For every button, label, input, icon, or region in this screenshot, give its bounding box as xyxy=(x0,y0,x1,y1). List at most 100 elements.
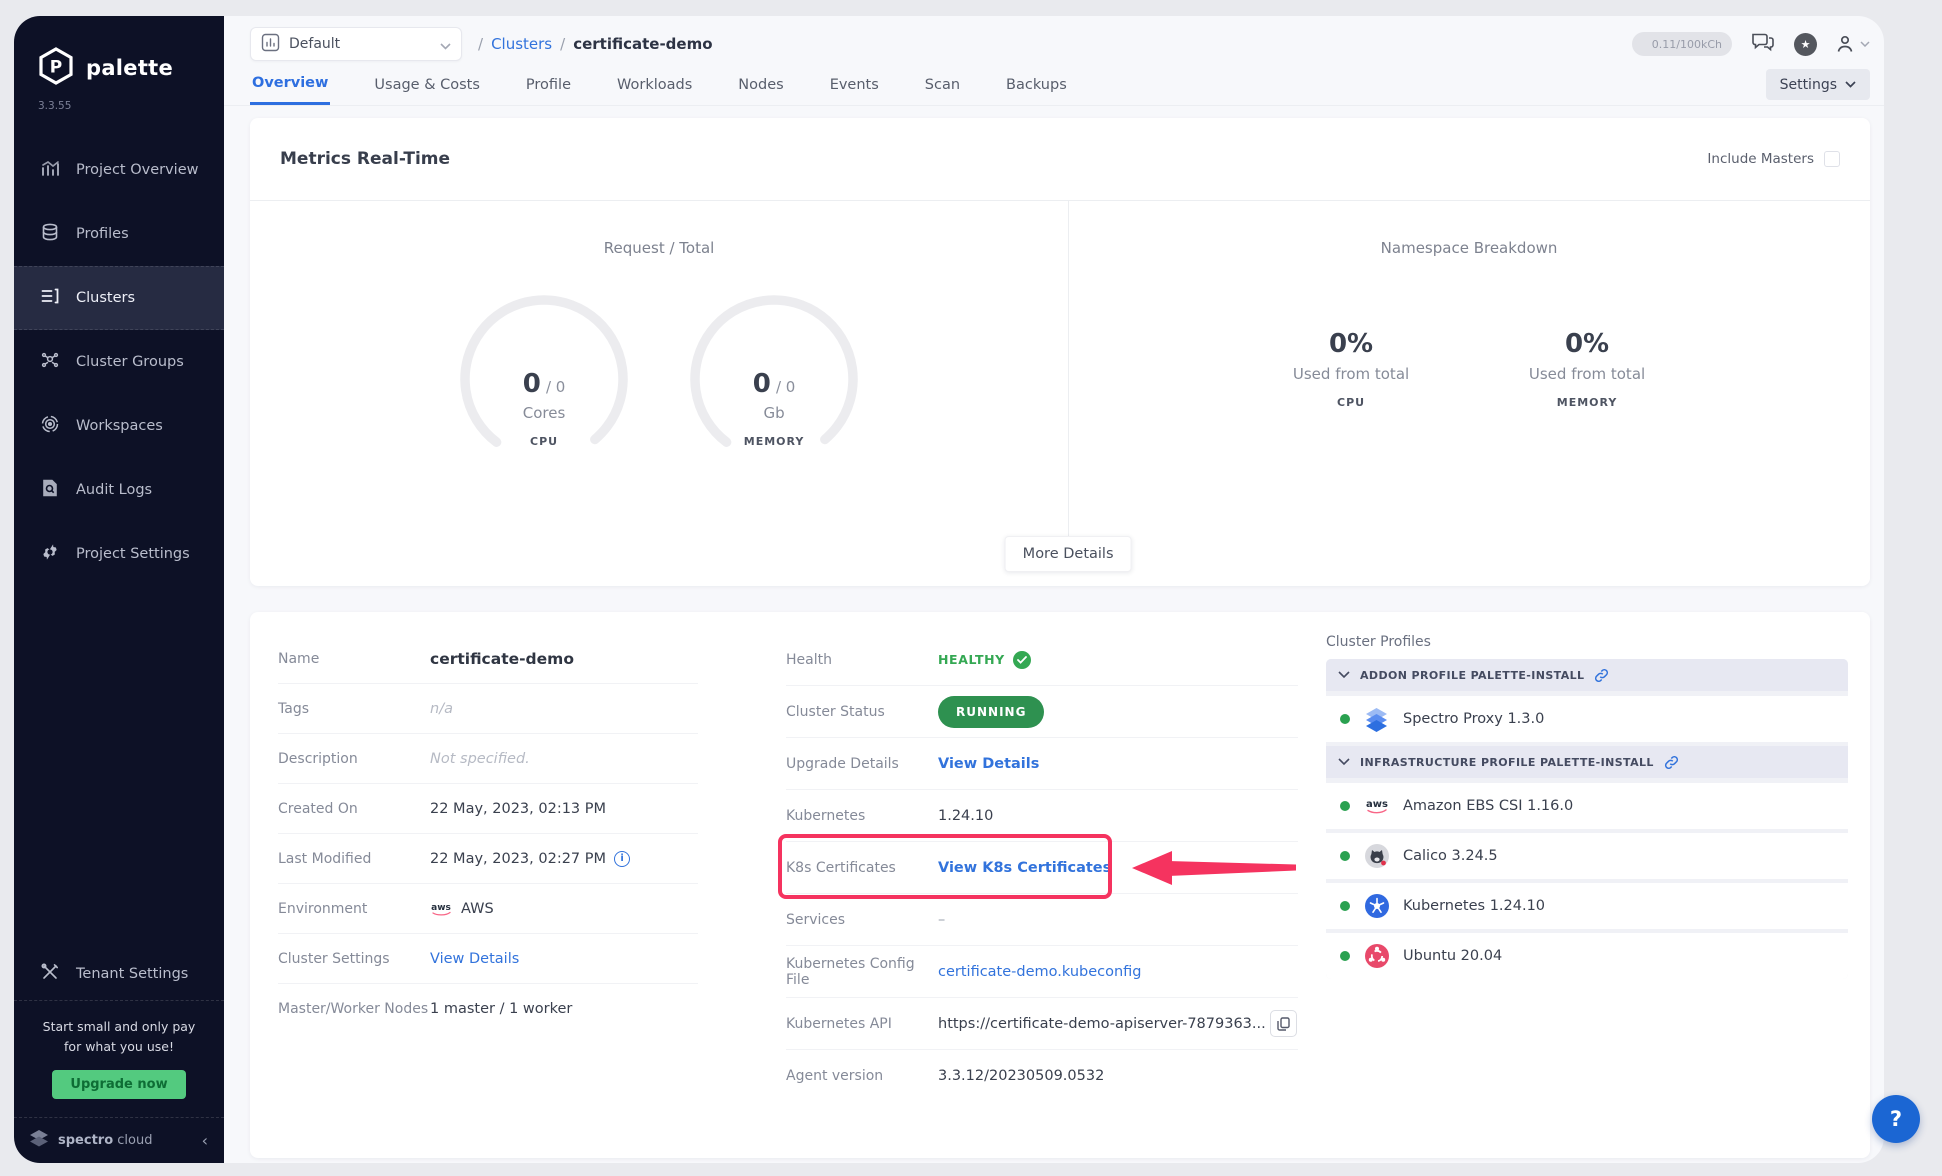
project-selector[interactable]: Default xyxy=(250,27,462,61)
infrastructure-profile-group-header[interactable]: INFRASTRUCTURE PROFILE PALETTE-INSTALL xyxy=(1326,746,1848,778)
row-cluster-status: Cluster Status RUNNING xyxy=(786,686,1298,738)
tab-events[interactable]: Events xyxy=(828,66,881,104)
chevron-down-icon xyxy=(1338,671,1350,679)
sidebar-item-project-overview[interactable]: Project Overview xyxy=(14,138,224,202)
tab-scan[interactable]: Scan xyxy=(923,66,962,104)
cluster-profiles-column: Cluster Profiles ADDON PROFILE PALETTE-I… xyxy=(1326,634,1848,1134)
spectro-proxy-icon xyxy=(1363,706,1390,733)
profile-item-ubuntu[interactable]: Ubuntu 20.04 xyxy=(1326,933,1848,979)
row-label: Services xyxy=(786,912,938,928)
settings-button-label: Settings xyxy=(1780,77,1837,93)
sidebar-nav: Project Overview Profiles Clusters Clust… xyxy=(14,138,224,586)
tab-profile[interactable]: Profile xyxy=(524,66,573,104)
row-k8s-certificates: K8s Certificates View K8s Certificates xyxy=(786,842,1298,894)
created-on-value: 22 May, 2023, 02:13 PM xyxy=(430,801,606,817)
settings-button[interactable]: Settings xyxy=(1766,69,1870,100)
sidebar: P palette 3.3.55 Project Overview Profil… xyxy=(14,16,224,1163)
sidebar-item-workspaces[interactable]: Workspaces xyxy=(14,394,224,458)
row-master-worker-nodes: Master/Worker Nodes 1 master / 1 worker xyxy=(278,984,698,1034)
row-kubernetes-api: Kubernetes API https://certificate-demo-… xyxy=(786,998,1298,1050)
sidebar-footer: spectro cloud ‹ xyxy=(14,1117,224,1163)
tab-backups[interactable]: Backups xyxy=(1004,66,1069,104)
master-worker-value: 1 master / 1 worker xyxy=(430,1001,572,1017)
cpu-gauge-value: 0 xyxy=(523,369,541,399)
row-kubeconfig: Kubernetes Config File certificate-demo.… xyxy=(786,946,1298,998)
row-label: Last Modified xyxy=(278,851,430,867)
row-agent-version: Agent version 3.3.12/20230509.0532 xyxy=(786,1050,1298,1102)
memory-gauge: 0 / 0 Gb MEMORY xyxy=(686,291,862,467)
sidebar-item-label: Workspaces xyxy=(76,418,163,434)
more-details-button[interactable]: More Details xyxy=(1005,536,1132,572)
sidebar-item-audit-logs[interactable]: Audit Logs xyxy=(14,458,224,522)
gauge-texts: 0 / 0 Cores CPU xyxy=(456,369,632,448)
chat-icon[interactable] xyxy=(1750,31,1776,57)
include-masters-label: Include Masters xyxy=(1707,151,1814,167)
help-button[interactable]: ? xyxy=(1872,1095,1920,1143)
profile-item-label: Spectro Proxy 1.3.0 xyxy=(1403,711,1544,727)
infrastructure-profile-group: INFRASTRUCTURE PROFILE PALETTE-INSTALL a… xyxy=(1326,746,1848,979)
services-value: – xyxy=(938,912,945,928)
upgrade-now-button[interactable]: Upgrade now xyxy=(52,1070,185,1099)
kubeconfig-link[interactable]: certificate-demo.kubeconfig xyxy=(938,964,1142,980)
cluster-tabs: Overview Usage & Costs Profile Workloads… xyxy=(224,64,1884,106)
row-label: Cluster Settings xyxy=(278,951,430,967)
health-value: HEALTHY xyxy=(938,651,1031,669)
project-selector-value: Default xyxy=(289,36,431,52)
cpu-label: CPU xyxy=(1271,396,1431,409)
info-icon[interactable]: i xyxy=(614,851,630,867)
row-label: Agent version xyxy=(786,1068,938,1084)
include-masters-checkbox[interactable] xyxy=(1824,151,1840,167)
breadcrumb-clusters-link[interactable]: Clusters xyxy=(491,35,552,53)
aws-icon: aws xyxy=(1363,793,1390,820)
tab-overview[interactable]: Overview xyxy=(250,64,330,105)
cpu-caption: Used from total xyxy=(1271,365,1431,383)
tab-nodes[interactable]: Nodes xyxy=(736,66,785,104)
row-label: Cluster Status xyxy=(786,704,938,720)
profile-item-label: Calico 3.24.5 xyxy=(1403,848,1498,864)
star-badge-icon[interactable]: ★ xyxy=(1794,33,1817,56)
tab-workloads[interactable]: Workloads xyxy=(615,66,694,104)
collapse-sidebar-icon[interactable]: ‹ xyxy=(202,1131,208,1150)
sidebar-item-label: Tenant Settings xyxy=(76,966,188,982)
sidebar-item-cluster-groups[interactable]: Cluster Groups xyxy=(14,330,224,394)
sidebar-item-clusters[interactable]: Clusters xyxy=(14,266,224,330)
sidebar-item-profiles[interactable]: Profiles xyxy=(14,202,224,266)
profile-item-spectro-proxy[interactable]: Spectro Proxy 1.3.0 xyxy=(1326,696,1848,742)
profile-item-amazon-ebs-csi[interactable]: aws Amazon EBS CSI 1.16.0 xyxy=(1326,783,1848,829)
chevron-down-icon xyxy=(1338,758,1350,766)
row-label: Name xyxy=(278,651,430,667)
aws-icon: aws xyxy=(430,901,453,917)
tags-value: n/a xyxy=(430,701,453,717)
row-tags: Tags n/a xyxy=(278,684,698,734)
include-masters: Include Masters xyxy=(1707,151,1840,167)
details-middle-column: Health HEALTHY Cluster Status RUNNING Up… xyxy=(786,634,1298,1134)
gear-icon xyxy=(40,542,60,566)
sidebar-item-project-settings[interactable]: Project Settings xyxy=(14,522,224,586)
tab-usage-costs[interactable]: Usage & Costs xyxy=(372,66,482,104)
namespace-memory-stat: 0% Used from total MEMORY xyxy=(1507,329,1667,409)
view-k8s-certificates-link[interactable]: View K8s Certificates xyxy=(938,860,1111,876)
upgrade-view-details-link[interactable]: View Details xyxy=(938,756,1039,772)
cluster-profiles-panel: ADDON PROFILE PALETTE-INSTALL Spectro Pr… xyxy=(1326,659,1848,979)
sidebar-item-tenant-settings[interactable]: Tenant Settings xyxy=(14,948,224,1000)
row-last-modified: Last Modified 22 May, 2023, 02:27 PM i xyxy=(278,834,698,884)
group-header-label: INFRASTRUCTURE PROFILE PALETTE-INSTALL xyxy=(1360,756,1654,769)
cpu-gauge: 0 / 0 Cores CPU xyxy=(456,291,632,467)
link-icon[interactable] xyxy=(1594,668,1609,683)
profile-item-kubernetes[interactable]: Kubernetes 1.24.10 xyxy=(1326,883,1848,929)
addon-profile-group-header[interactable]: ADDON PROFILE PALETTE-INSTALL xyxy=(1326,659,1848,691)
chevron-down-icon xyxy=(1860,41,1870,47)
status-dot xyxy=(1340,851,1350,861)
healthy-check-icon xyxy=(1013,651,1031,669)
link-icon[interactable] xyxy=(1664,755,1679,770)
topbar: Default / Clusters / certificate-demo 0.… xyxy=(224,16,1884,64)
row-label: Kubernetes API xyxy=(786,1016,938,1032)
cluster-settings-view-details-link[interactable]: View Details xyxy=(430,951,519,967)
request-total-pane: Request / Total 0 / 0 Cores CPU xyxy=(250,201,1068,586)
copy-icon[interactable] xyxy=(1270,1010,1297,1037)
row-label: Kubernetes xyxy=(786,808,938,824)
profile-item-calico[interactable]: Calico 3.24.5 xyxy=(1326,833,1848,879)
request-total-title: Request / Total xyxy=(604,239,715,257)
row-label: K8s Certificates xyxy=(786,860,938,876)
user-menu[interactable] xyxy=(1835,34,1870,54)
